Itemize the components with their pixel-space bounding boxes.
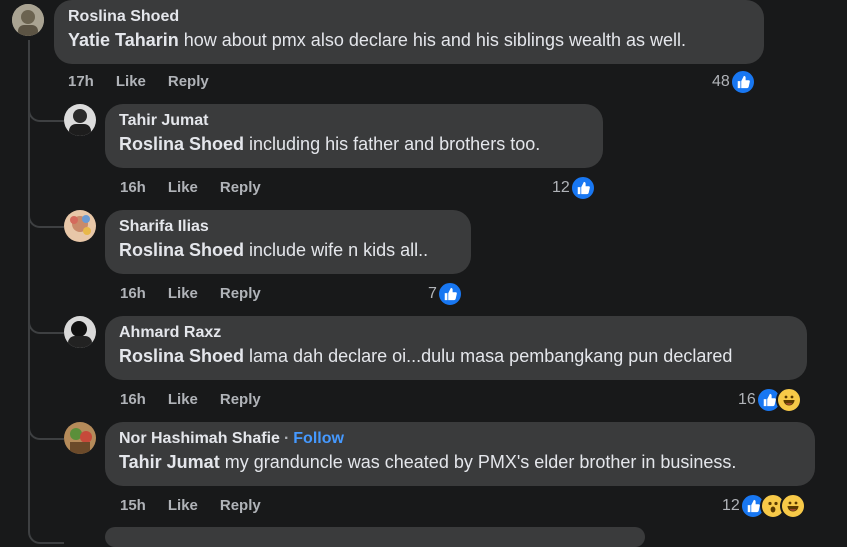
timestamp[interactable]: 16h xyxy=(120,179,146,196)
like-reaction-icon xyxy=(436,281,463,307)
like-button[interactable]: Like xyxy=(168,391,198,408)
haha-reaction-icon xyxy=(775,387,802,413)
avatar[interactable] xyxy=(12,4,44,36)
reaction-count: 12 xyxy=(552,179,570,196)
reply-button[interactable]: Reply xyxy=(220,179,261,196)
like-button[interactable]: Like xyxy=(168,285,198,302)
comment-text: Roslina Shoed include wife n kids all.. xyxy=(119,240,429,260)
avatar[interactable] xyxy=(64,210,96,242)
comment-text: Roslina Shoed including his father and b… xyxy=(119,134,541,154)
reply-connector xyxy=(28,526,64,544)
comment-bubble: Tahir Jumat Roslina Shoed including his … xyxy=(105,104,603,168)
haha-reaction-icon xyxy=(779,493,806,519)
mention-link[interactable]: Yatie Taharin xyxy=(68,30,179,50)
reaction-summary[interactable]: 12 xyxy=(722,493,806,519)
comment-bubble: Ahmard Raxz Roslina Shoed lama dah decla… xyxy=(105,316,807,380)
comment-bubble: Sharifa Ilias Roslina Shoed include wife… xyxy=(105,210,471,274)
timestamp[interactable]: 17h xyxy=(68,73,94,90)
reaction-summary[interactable]: 48 xyxy=(712,69,756,95)
comment-bubble: Roslina Shoed Yatie Taharin how about pm… xyxy=(54,0,764,64)
comment-author[interactable]: Roslina Shoed xyxy=(68,8,750,26)
comment-author[interactable]: Sharifa Ilias xyxy=(119,218,457,236)
reply-button[interactable]: Reply xyxy=(220,285,261,302)
reaction-summary[interactable]: 7 xyxy=(428,281,463,307)
comment-actions: 15h Like Reply xyxy=(120,497,283,514)
comment-actions: 16h Like Reply xyxy=(120,391,283,408)
comment-actions: 17h Like Reply xyxy=(68,73,231,90)
comment-text: Yatie Taharin how about pmx also declare… xyxy=(68,30,687,50)
like-button[interactable]: Like xyxy=(116,73,146,90)
like-button[interactable]: Like xyxy=(168,179,198,196)
mention-link[interactable]: Roslina Shoed xyxy=(119,346,244,366)
comment-text: Tahir Jumat my granduncle was cheated by… xyxy=(119,452,737,472)
reaction-summary[interactable]: 12 xyxy=(552,175,596,201)
follow-button[interactable]: Follow xyxy=(293,430,344,447)
like-reaction-icon xyxy=(729,69,756,95)
comment-text: Roslina Shoed lama dah declare oi...dulu… xyxy=(119,346,733,366)
reaction-count: 48 xyxy=(712,73,730,90)
comment-actions: 16h Like Reply xyxy=(120,179,283,196)
mention-link[interactable]: Roslina Shoed xyxy=(119,134,244,154)
reaction-count: 12 xyxy=(722,497,740,514)
like-reaction-icon xyxy=(569,175,596,201)
comment-bubble: Nor Hashimah Shafie · Follow Tahir Jumat m… xyxy=(105,422,815,486)
separator-dot: · xyxy=(283,430,290,447)
reply-connector xyxy=(28,316,64,334)
reply-connector xyxy=(28,422,64,440)
like-button[interactable]: Like xyxy=(168,497,198,514)
comment-actions: 16h Like Reply xyxy=(120,285,283,302)
comment-author[interactable]: Ahmard Raxz xyxy=(119,324,793,342)
reply-connector xyxy=(28,104,64,122)
avatar[interactable] xyxy=(64,422,96,454)
avatar[interactable] xyxy=(64,316,96,348)
reply-button[interactable]: Reply xyxy=(220,497,261,514)
timestamp[interactable]: 16h xyxy=(120,285,146,302)
comment-author[interactable]: Nor Hashimah Shafie xyxy=(119,430,280,447)
avatar[interactable] xyxy=(64,104,96,136)
reaction-summary[interactable]: 16 xyxy=(738,387,802,413)
reply-button[interactable]: Reply xyxy=(220,391,261,408)
reply-connector xyxy=(28,210,64,228)
timestamp[interactable]: 16h xyxy=(120,391,146,408)
comment-bubble-partial xyxy=(105,527,645,547)
mention-link[interactable]: Tahir Jumat xyxy=(119,452,220,472)
reply-button[interactable]: Reply xyxy=(168,73,209,90)
mention-link[interactable]: Roslina Shoed xyxy=(119,240,244,260)
reaction-count: 16 xyxy=(738,391,756,408)
comment-author[interactable]: Tahir Jumat xyxy=(119,112,589,130)
timestamp[interactable]: 15h xyxy=(120,497,146,514)
reaction-count: 7 xyxy=(428,285,437,302)
comment-author-line: Nor Hashimah Shafie · Follow xyxy=(119,430,801,448)
